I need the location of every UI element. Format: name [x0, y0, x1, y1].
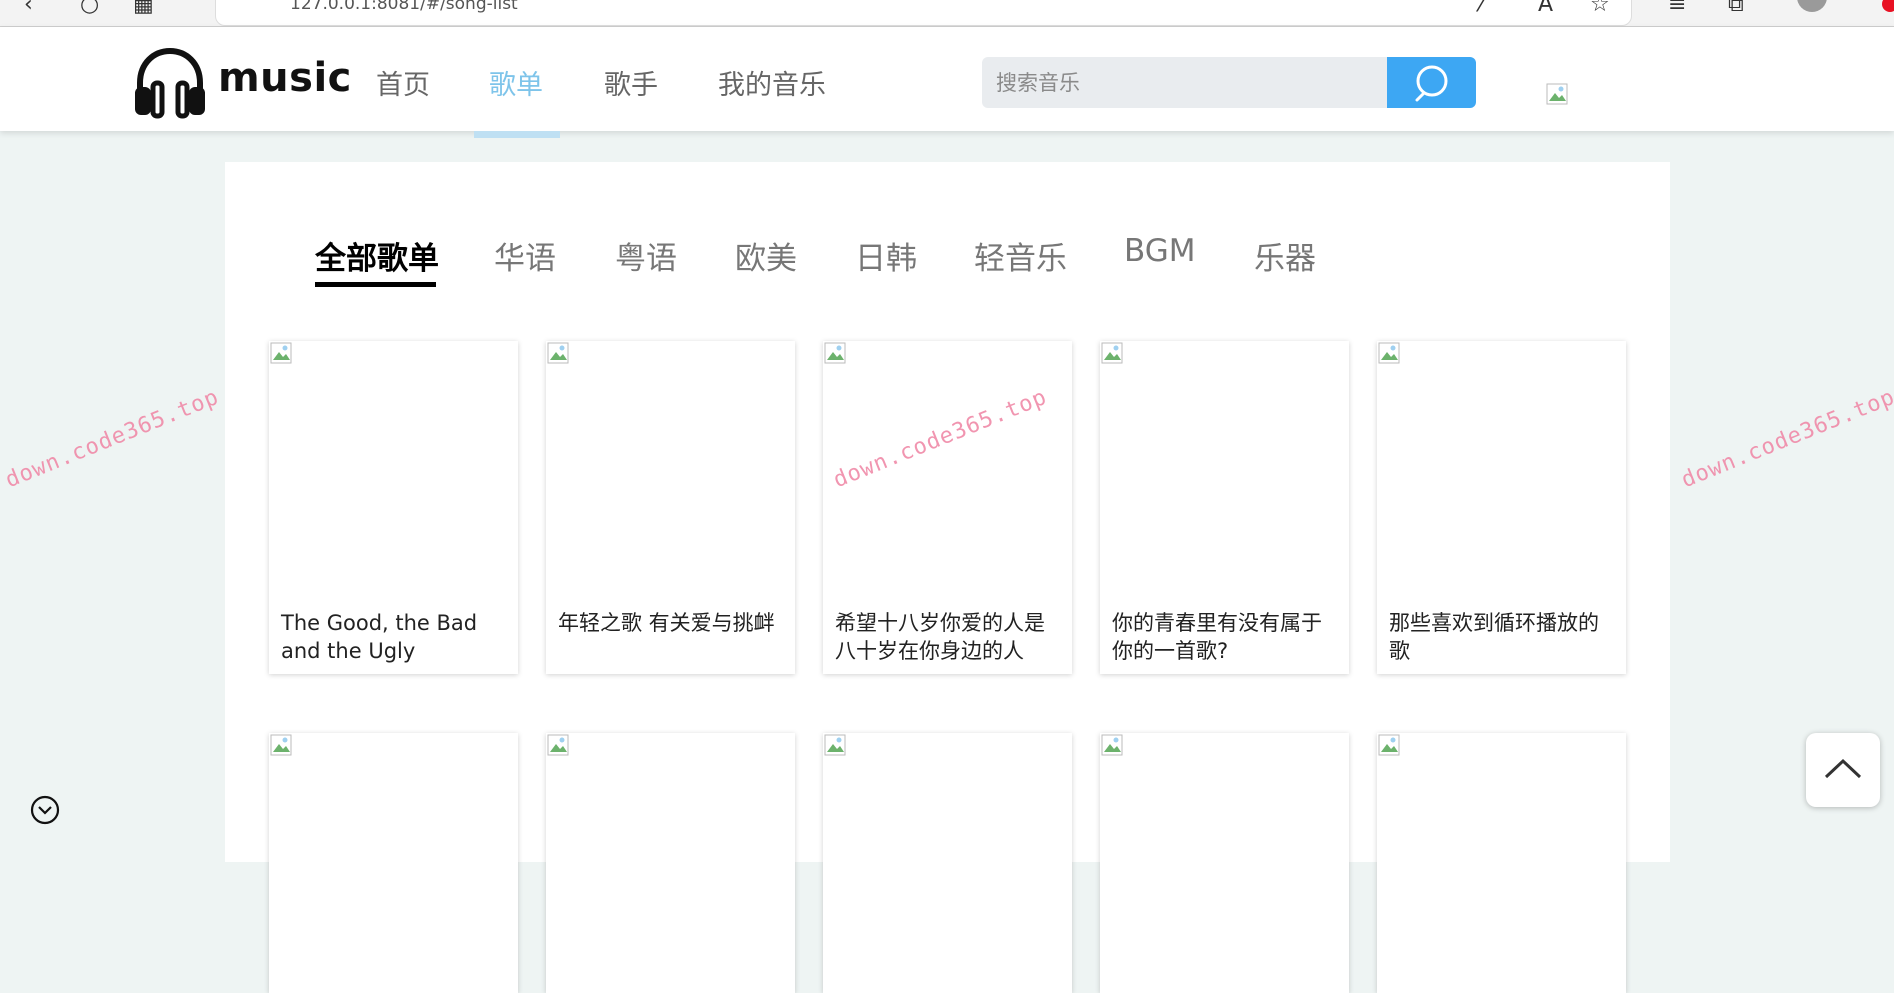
chevron-down-circle-icon[interactable]	[30, 795, 60, 825]
site-header: music	[0, 27, 1894, 131]
refresh-icon[interactable]: ○	[80, 0, 99, 16]
watermark: down.code365.top	[2, 384, 223, 494]
playlist-card[interactable]	[269, 733, 518, 993]
tab-bgm[interactable]: BGM	[1124, 233, 1196, 269]
playlist-title[interactable]: 你的青春里有没有属于你的一首歌?	[1112, 609, 1340, 665]
nav-singers[interactable]: 歌手	[604, 63, 658, 102]
broken-image-icon	[270, 342, 292, 364]
broken-image-icon	[1101, 734, 1123, 756]
playlist-title[interactable]: 那些喜欢到循环播放的歌	[1389, 609, 1617, 665]
chevron-up-icon	[1824, 758, 1862, 779]
broken-image-icon	[270, 734, 292, 756]
playlist-card[interactable]	[546, 733, 795, 993]
broken-image-icon	[824, 734, 846, 756]
playlist-card[interactable]: 那些喜欢到循环播放的歌	[1377, 341, 1626, 674]
tab-all-playlists[interactable]: 全部歌单	[315, 233, 439, 278]
broken-image-icon	[824, 342, 846, 364]
playlist-card[interactable]	[1100, 733, 1349, 993]
playlist-card[interactable]: The Good, the Bad and the Ugly	[269, 341, 518, 674]
tab-icon[interactable]: ⧉	[1728, 0, 1744, 16]
logo-text[interactable]: music	[218, 55, 352, 101]
extension-icon[interactable]: ⁄	[1480, 0, 1484, 16]
broken-image-icon	[1378, 342, 1400, 364]
playlist-card[interactable]	[823, 733, 1072, 993]
profile-avatar[interactable]	[1797, 0, 1827, 12]
notification-badge	[1882, 0, 1894, 12]
broken-image-icon	[547, 734, 569, 756]
tab-western[interactable]: 欧美	[735, 233, 797, 278]
back-arrow-icon[interactable]: ‹	[24, 0, 33, 16]
watermark: down.code365.top	[1678, 384, 1894, 494]
playlist-card[interactable]: 年轻之歌 有关爱与挑衅	[546, 341, 795, 674]
playlist-title[interactable]: 年轻之歌 有关爱与挑衅	[558, 609, 786, 637]
headphones-icon[interactable]	[132, 47, 208, 119]
playlist-title[interactable]: The Good, the Bad and the Ugly	[281, 609, 509, 665]
nav-active-indicator	[474, 131, 560, 138]
broken-image-icon	[1101, 342, 1123, 364]
apps-icon[interactable]: ▦	[133, 0, 154, 16]
tab-cantonese[interactable]: 粤语	[615, 233, 677, 278]
playlist-card[interactable]: 你的青春里有没有属于你的一首歌?	[1100, 341, 1349, 674]
search-input[interactable]	[982, 57, 1387, 108]
tab-instruments[interactable]: 乐器	[1254, 233, 1316, 278]
nav-playlists[interactable]: 歌单	[489, 63, 543, 102]
tab-chinese[interactable]: 华语	[494, 233, 556, 278]
playlist-title[interactable]: 希望十八岁你爱的人是八十岁在你身边的人	[835, 609, 1063, 665]
search-button[interactable]	[1387, 57, 1476, 108]
tab-active-indicator	[315, 282, 436, 287]
user-avatar-icon[interactable]	[1546, 83, 1568, 105]
read-aloud-icon[interactable]: A	[1538, 0, 1553, 16]
playlist-card[interactable]	[1377, 733, 1626, 993]
back-to-top-button[interactable]	[1806, 733, 1880, 807]
nav-my-music[interactable]: 我的音乐	[718, 63, 826, 102]
favorites-icon[interactable]: ☆	[1590, 0, 1610, 16]
tab-light-music[interactable]: 轻音乐	[974, 233, 1067, 278]
broken-image-icon	[1378, 734, 1400, 756]
browser-toolbar: ‹ ○ ▦ 127.0.0.1:8081/#/song-list ⁄ A ☆ ≡…	[0, 0, 1894, 27]
search-icon	[1415, 65, 1448, 102]
broken-image-icon	[547, 342, 569, 364]
address-text[interactable]: 127.0.0.1:8081/#/song-list	[290, 0, 518, 14]
collections-icon[interactable]: ≡	[1668, 0, 1686, 16]
tab-japanese-korean[interactable]: 日韩	[855, 233, 917, 278]
nav-home[interactable]: 首页	[376, 63, 430, 102]
